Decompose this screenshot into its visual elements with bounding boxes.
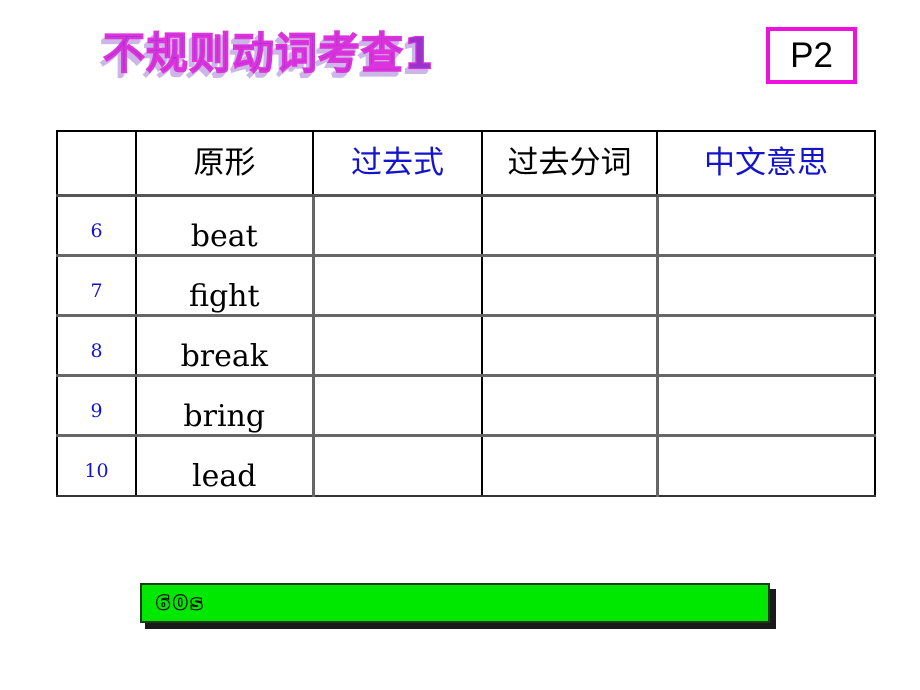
cell-base-form: break [135, 315, 313, 377]
table-row: 10 lead [56, 435, 876, 497]
timer-label: 60s [155, 592, 206, 614]
row-number-label: 6 [90, 219, 103, 242]
row-number-label: 7 [90, 279, 103, 302]
cell-past-tense[interactable] [311, 255, 482, 317]
cell-chinese-meaning[interactable] [655, 255, 876, 317]
cell-past-tense[interactable] [311, 315, 482, 377]
verb-base-form: fight [188, 278, 260, 314]
cell-chinese-meaning[interactable] [655, 375, 876, 437]
column-header-index [56, 130, 136, 197]
cell-past-tense[interactable] [311, 435, 482, 497]
slide-title-text: 不规则动词考查1 [102, 28, 435, 80]
cell-past-participle[interactable] [481, 435, 657, 497]
column-header-chinese-meaning: 中文意思 [656, 130, 876, 197]
cell-past-participle[interactable] [481, 315, 657, 377]
column-header-past-tense: 过去式 [312, 130, 482, 197]
row-number-label: 8 [90, 339, 103, 362]
column-header-past-participle: 过去分词 [481, 130, 657, 197]
cell-past-tense[interactable] [311, 375, 482, 437]
cell-row-number: 10 [56, 435, 136, 497]
cell-chinese-meaning[interactable] [655, 195, 876, 257]
table-row: 7 fight [56, 255, 876, 317]
row-number-label: 10 [84, 459, 109, 482]
table-header-row: 原形 过去式 过去分词 中文意思 [56, 130, 876, 197]
table-row: 9 bring [56, 375, 876, 437]
cell-row-number: 7 [56, 255, 136, 317]
cell-row-number: 6 [56, 195, 136, 257]
row-number-label: 9 [90, 399, 103, 422]
cell-base-form: bring [135, 375, 313, 437]
cell-row-number: 9 [56, 375, 136, 437]
cell-base-form: beat [135, 195, 313, 257]
cell-past-tense[interactable] [311, 195, 482, 257]
table-row: 6 beat [56, 195, 876, 257]
countdown-timer-bar[interactable]: 60s [140, 583, 770, 623]
page-number-label: P2 [790, 36, 833, 75]
slide-canvas: 不规则动词考查1 P2 原形 过去式 过去分词 中文意思 6 beat 7 fi… [0, 0, 920, 690]
verb-base-form: beat [190, 218, 258, 254]
verb-base-form: lead [192, 458, 257, 494]
column-header-base-form: 原形 [135, 130, 313, 197]
verb-base-form: break [180, 338, 268, 374]
table-header: 原形 过去式 过去分词 中文意思 [56, 130, 876, 197]
cell-past-participle[interactable] [481, 375, 657, 437]
slide-title: 不规则动词考查1 [102, 24, 435, 82]
cell-base-form: fight [135, 255, 313, 317]
table-body: 6 beat 7 fight 8 break 9 bring 10 lead [56, 195, 876, 497]
table-row: 8 break [56, 315, 876, 377]
cell-row-number: 8 [56, 315, 136, 377]
verb-base-form: bring [183, 398, 266, 434]
cell-past-participle[interactable] [481, 255, 657, 317]
cell-past-participle[interactable] [481, 195, 657, 257]
cell-base-form: lead [135, 435, 313, 497]
cell-chinese-meaning[interactable] [655, 435, 876, 497]
cell-chinese-meaning[interactable] [655, 315, 876, 377]
page-number-badge: P2 [766, 27, 857, 84]
irregular-verbs-table: 原形 过去式 过去分词 中文意思 6 beat 7 fight 8 break … [56, 130, 876, 497]
